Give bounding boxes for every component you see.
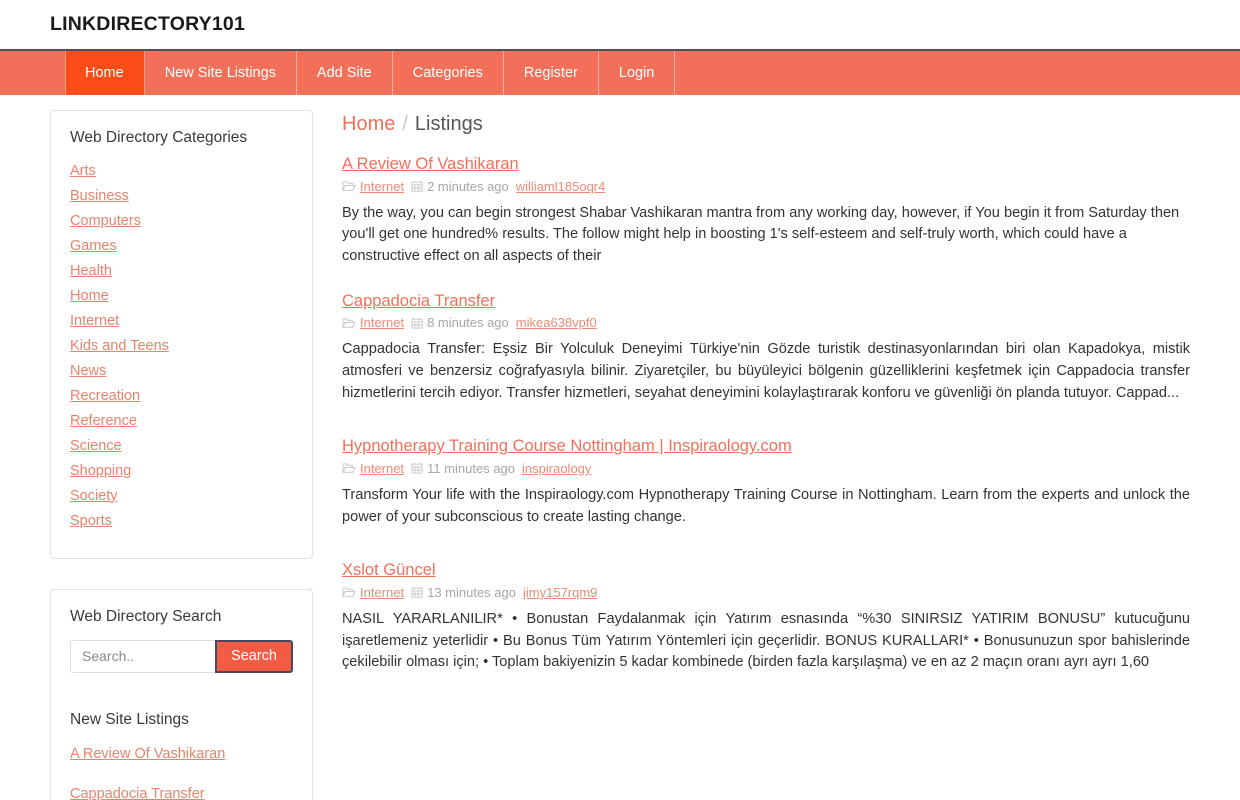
- list-item: Sports: [70, 511, 293, 531]
- sidebar-category-kids-and-teens[interactable]: Kids and Teens: [70, 338, 169, 354]
- list-item: Science: [70, 436, 293, 456]
- sidebar-category-sports[interactable]: Sports: [70, 513, 112, 529]
- listing-description: By the way, you can begin strongest Shab…: [342, 204, 1180, 264]
- listing-category-link[interactable]: Internet: [360, 586, 404, 599]
- folder-open-icon: [342, 180, 356, 192]
- search-button[interactable]: Search: [215, 639, 293, 673]
- categories-panel: Web Directory Categories Arts Business C…: [50, 110, 313, 559]
- listing-author-link[interactable]: williaml185oqr4: [516, 180, 606, 193]
- list-item: Society: [70, 486, 293, 506]
- listing-item: Hypnotherapy Training Course Nottingham …: [342, 437, 1190, 528]
- folder-open-icon: [342, 317, 356, 329]
- search-panel-title: Web Directory Search: [70, 607, 222, 625]
- sidebar-category-internet[interactable]: Internet: [70, 313, 119, 329]
- listing-author-link[interactable]: jimy157rqm9: [523, 586, 597, 599]
- listing-timestamp: 2 minutes ago: [427, 178, 509, 194]
- nav-item-login[interactable]: Login: [599, 51, 676, 95]
- sidebar-category-reference[interactable]: Reference: [70, 413, 137, 429]
- folder-open-icon: [342, 586, 356, 598]
- listing-meta: Internet 13 minutes ago jimy157rqm9: [342, 586, 1190, 599]
- listing-timestamp: 8 minutes ago: [427, 315, 509, 331]
- listing-category-link[interactable]: Internet: [360, 180, 404, 193]
- list-item: Cappadocia Transfer: [70, 785, 293, 800]
- new-site-listings-title: New Site Listings: [70, 710, 189, 728]
- list-item: Kids and Teens: [70, 336, 293, 356]
- listing-item: A Review Of Vashikaran Internet 2 minute…: [342, 155, 1190, 268]
- listing-timestamp: 11 minutes ago: [427, 460, 516, 476]
- sidebar-category-shopping[interactable]: Shopping: [70, 463, 131, 479]
- site-logo[interactable]: LINKDIRECTORY101: [50, 14, 245, 35]
- sidebar-category-computers[interactable]: Computers: [70, 213, 141, 229]
- breadcrumb-separator: /: [402, 113, 408, 135]
- list-item: Games: [70, 236, 293, 256]
- list-item: Business: [70, 186, 293, 206]
- search-input[interactable]: [70, 639, 216, 673]
- breadcrumb-home[interactable]: Home: [342, 113, 395, 135]
- list-item: A Review Of Vashikaran: [70, 745, 293, 763]
- sidebar: Web Directory Categories Arts Business C…: [50, 110, 313, 800]
- main-navigation: Home New Site Listings Add Site Categori…: [0, 49, 1240, 95]
- site-header: LINKDIRECTORY101: [0, 0, 1240, 49]
- listing-meta: Internet 11 minutes ago inspiraology: [342, 462, 1190, 475]
- calendar-icon: [411, 586, 423, 599]
- sidebar-category-arts[interactable]: Arts: [70, 163, 96, 179]
- sidebar-category-games[interactable]: Games: [70, 238, 117, 254]
- nav-item-register[interactable]: Register: [504, 51, 599, 95]
- listing-category-link[interactable]: Internet: [360, 316, 404, 329]
- category-list: Arts Business Computers Games Health Hom…: [70, 161, 293, 530]
- listing-description: Cappadocia Transfer: Eşsiz Bir Yolculuk …: [342, 341, 1190, 401]
- sidebar-category-business[interactable]: Business: [70, 188, 129, 204]
- listing-item: Xslot Güncel Internet 13 minutes ago jim…: [342, 561, 1190, 674]
- listing-timestamp: 13 minutes ago: [427, 584, 516, 600]
- listing-category-link[interactable]: Internet: [360, 462, 404, 475]
- nav-item-add-site[interactable]: Add Site: [297, 51, 393, 95]
- listing-description: Transform Your life with the Inspiraolog…: [342, 486, 1190, 525]
- categories-panel-title: Web Directory Categories: [70, 129, 248, 146]
- calendar-icon: [411, 317, 423, 329]
- list-item: Computers: [70, 211, 293, 231]
- list-item: Arts: [70, 161, 293, 181]
- main-content: Home / Listings A Review Of Vashikaran Int…: [342, 110, 1190, 707]
- new-listing-cappadocia-transfer[interactable]: Cappadocia Transfer: [70, 786, 205, 800]
- calendar-icon: [411, 180, 423, 192]
- new-listing-a-review-of-vashikaran[interactable]: A Review Of Vashikaran: [70, 746, 225, 762]
- listing-title-link[interactable]: Xslot Güncel: [342, 561, 436, 581]
- breadcrumb-current: Listings: [414, 113, 483, 135]
- nav-item-categories[interactable]: Categories: [393, 51, 504, 95]
- list-item: Reference: [70, 411, 293, 431]
- listing-meta: Internet 8 minutes ago mikea638vpf0: [342, 316, 1190, 329]
- nav-item-home[interactable]: Home: [65, 51, 145, 95]
- sidebar-category-health[interactable]: Health: [70, 263, 112, 279]
- list-item: News: [70, 361, 293, 381]
- listing-title-link[interactable]: Hypnotherapy Training Course Nottingham …: [342, 437, 792, 457]
- sidebar-category-science[interactable]: Science: [70, 438, 122, 454]
- list-item: Health: [70, 261, 293, 281]
- listing-meta: Internet 2 minutes ago williaml185oqr4: [342, 180, 1190, 193]
- folder-open-icon: [342, 462, 356, 474]
- listing-title-link[interactable]: Cappadocia Transfer: [342, 292, 495, 312]
- page-body: Web Directory Categories Arts Business C…: [0, 95, 1240, 800]
- listing-author-link[interactable]: mikea638vpf0: [516, 316, 597, 329]
- new-site-listings-list: A Review Of Vashikaran Cappadocia Transf…: [70, 745, 293, 800]
- list-item: Internet: [70, 311, 293, 331]
- sidebar-category-recreation[interactable]: Recreation: [70, 388, 140, 404]
- listing-item: Cappadocia Transfer Internet 8 minutes a…: [342, 292, 1190, 405]
- list-item: Home: [70, 286, 293, 306]
- listing-author-link[interactable]: inspiraology: [522, 462, 591, 475]
- sidebar-category-society[interactable]: Society: [70, 488, 118, 504]
- breadcrumb: Home / Listings: [342, 114, 1190, 134]
- calendar-icon: [411, 462, 423, 475]
- listing-title-link[interactable]: A Review Of Vashikaran: [342, 155, 519, 175]
- sidebar-category-news[interactable]: News: [70, 363, 106, 379]
- search-panel: Web Directory Search Search New Site Lis…: [50, 588, 313, 800]
- list-item: Recreation: [70, 386, 293, 406]
- sidebar-category-home[interactable]: Home: [70, 288, 109, 304]
- nav-item-new-site-listings[interactable]: New Site Listings: [145, 51, 297, 95]
- list-item: Shopping: [70, 461, 293, 481]
- listing-description: NASIL YARARLANILIR* • Bonustan Faydalanm…: [342, 610, 1190, 671]
- search-form: Search: [70, 639, 293, 673]
